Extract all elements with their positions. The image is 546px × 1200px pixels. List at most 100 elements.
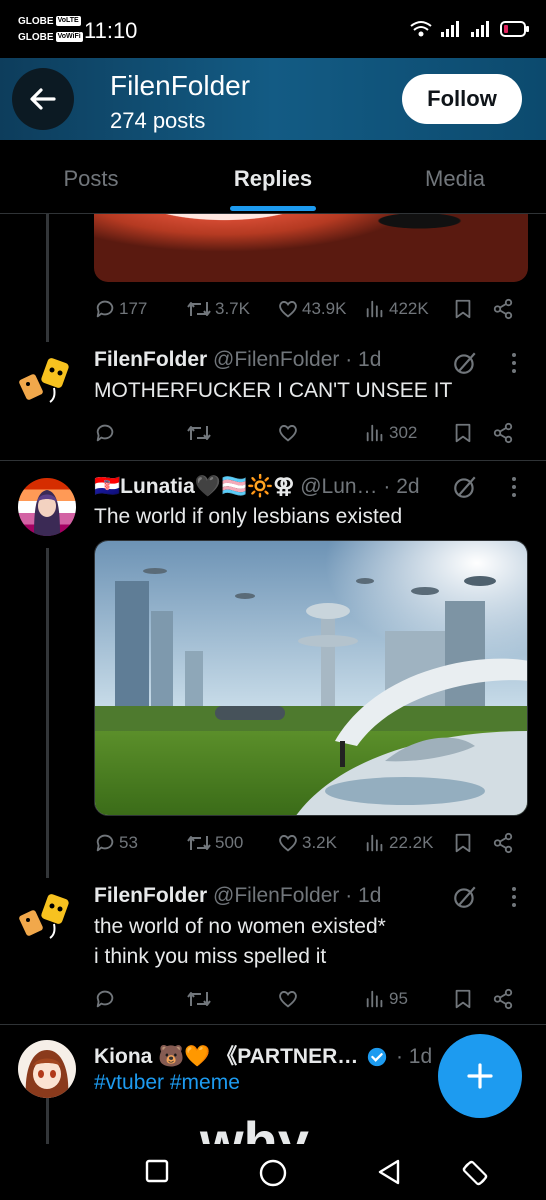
share-icon[interactable]: [492, 298, 514, 320]
repost-icon: [187, 426, 211, 440]
android-nav-bar: [0, 1144, 546, 1200]
carrier-1-name: GLOBE: [18, 16, 54, 27]
views-count: 95: [389, 989, 408, 1008]
heart-icon: [279, 425, 297, 442]
avatar[interactable]: [18, 890, 76, 948]
views-button[interactable]: 22.2K: [364, 832, 433, 854]
views-button[interactable]: 95: [364, 988, 408, 1010]
avatar-image: [19, 358, 69, 403]
author-handle-time: @Lun… · 2d: [300, 475, 420, 498]
repost-button[interactable]: [186, 422, 212, 444]
recent-apps-icon[interactable]: [144, 1158, 170, 1184]
profile-header: FilenFolder 274 posts Follow: [0, 58, 546, 140]
heart-icon: [279, 301, 297, 318]
reply-button[interactable]: [94, 422, 116, 444]
verified-badge-icon: [367, 1048, 387, 1067]
reply-button[interactable]: [94, 988, 116, 1010]
post-media-image[interactable]: [94, 214, 528, 282]
post-media-image[interactable]: [94, 540, 528, 816]
rotate-screen-icon[interactable]: [460, 1158, 490, 1188]
compose-button[interactable]: [438, 1034, 522, 1118]
post-actions: 53 500 3.2K 22.2K: [94, 828, 524, 858]
repost-count: 3.7K: [215, 299, 250, 318]
repost-button[interactable]: 3.7K: [186, 298, 250, 320]
more-options-icon[interactable]: [508, 350, 520, 376]
author-name[interactable]: Kiona 🐻🧡 《PARTNER…: [94, 1045, 358, 1068]
tab-media-label: Media: [425, 166, 485, 191]
views-count: 22.2K: [389, 833, 434, 852]
signal-icon: [441, 21, 459, 37]
avatar[interactable]: [18, 354, 76, 412]
tab-posts[interactable]: Posts: [0, 140, 182, 213]
bookmark-icon[interactable]: [452, 422, 474, 444]
posts-count: 274 posts: [110, 108, 206, 133]
views-icon: [366, 834, 383, 852]
reply-button[interactable]: 53: [94, 832, 138, 854]
author-name[interactable]: 🇭🇷Lunatia🖤🏳️‍⚧️🔆⚢: [94, 475, 294, 498]
more-options-icon[interactable]: [508, 474, 520, 500]
bookmark-icon[interactable]: [452, 988, 474, 1010]
repost-button[interactable]: [186, 988, 212, 1010]
status-bar: GLOBE VoLTE GLOBE VoWiFi 11:10: [0, 0, 546, 58]
thread-line: [46, 214, 49, 342]
carrier-1-badge: VoLTE: [55, 16, 81, 27]
avatar-image: [19, 894, 69, 939]
tab-posts-label: Posts: [63, 166, 119, 191]
grok-icon[interactable]: [452, 350, 478, 376]
repost-icon: [187, 992, 211, 1006]
share-icon[interactable]: [492, 988, 514, 1010]
tab-replies[interactable]: Replies: [182, 140, 364, 213]
avatar[interactable]: [18, 1040, 76, 1098]
views-button[interactable]: 302: [364, 422, 417, 444]
share-icon[interactable]: [492, 832, 514, 854]
grok-icon[interactable]: [452, 474, 478, 500]
views-button[interactable]: 422K: [364, 298, 429, 320]
like-button[interactable]: [277, 422, 299, 444]
repost-icon: [187, 836, 211, 850]
carrier-info: GLOBE VoLTE GLOBE VoWiFi: [18, 14, 83, 46]
post-media-caption: why: [200, 1110, 309, 1145]
home-icon[interactable]: [258, 1158, 288, 1188]
post-divider: [0, 1024, 546, 1025]
tab-media[interactable]: Media: [364, 140, 546, 213]
views-icon: [366, 300, 383, 318]
reply-count: 177: [119, 299, 148, 318]
post-header: 🇭🇷Lunatia🖤🏳️‍⚧️🔆⚢ @Lun… · 2d: [94, 474, 420, 499]
heart-icon: [279, 835, 297, 852]
battery-icon: [500, 21, 529, 37]
views-count: 302: [389, 423, 418, 442]
back-nav-icon[interactable]: [376, 1158, 402, 1186]
reply-icon: [96, 834, 114, 852]
bookmark-icon[interactable]: [452, 298, 474, 320]
post-hashtags[interactable]: #vtuber #meme: [94, 1068, 240, 1098]
share-icon[interactable]: [492, 422, 514, 444]
grok-icon[interactable]: [452, 884, 478, 910]
follow-button[interactable]: Follow: [402, 74, 522, 124]
like-count: 43.9K: [302, 299, 347, 318]
author-name[interactable]: FilenFolder: [94, 348, 207, 371]
repost-button[interactable]: 500: [186, 832, 243, 854]
like-button[interactable]: 43.9K: [277, 298, 346, 320]
like-button[interactable]: [277, 988, 299, 1010]
avatar-image: [34, 490, 60, 536]
back-button[interactable]: [12, 68, 74, 130]
replies-feed[interactable]: 177 3.7K 43.9K 422K FilenFolder @FilenFo…: [0, 214, 546, 1144]
avatar[interactable]: [18, 478, 76, 536]
reply-count: 53: [119, 833, 138, 852]
author-name[interactable]: FilenFolder: [94, 884, 207, 907]
bookmark-icon[interactable]: [452, 832, 474, 854]
post-header: FilenFolder @FilenFolder · 1d: [94, 884, 381, 908]
post-text: the world of no women existed* i think y…: [94, 915, 386, 968]
reply-button[interactable]: 177: [94, 298, 147, 320]
like-button[interactable]: 3.2K: [277, 832, 337, 854]
more-options-icon[interactable]: [508, 884, 520, 910]
plus-icon: [467, 1063, 493, 1089]
reply-icon: [96, 424, 114, 442]
futuristic-city-image: [95, 541, 527, 815]
views-icon: [366, 424, 383, 442]
author-handle-time: · 1d: [395, 1045, 433, 1068]
post-text: The world if only lesbians existed: [94, 505, 403, 528]
status-time: 11:10: [84, 18, 138, 43]
carrier-2-badge: VoWiFi: [55, 32, 83, 43]
author-handle-time: @FilenFolder · 1d: [213, 348, 382, 371]
